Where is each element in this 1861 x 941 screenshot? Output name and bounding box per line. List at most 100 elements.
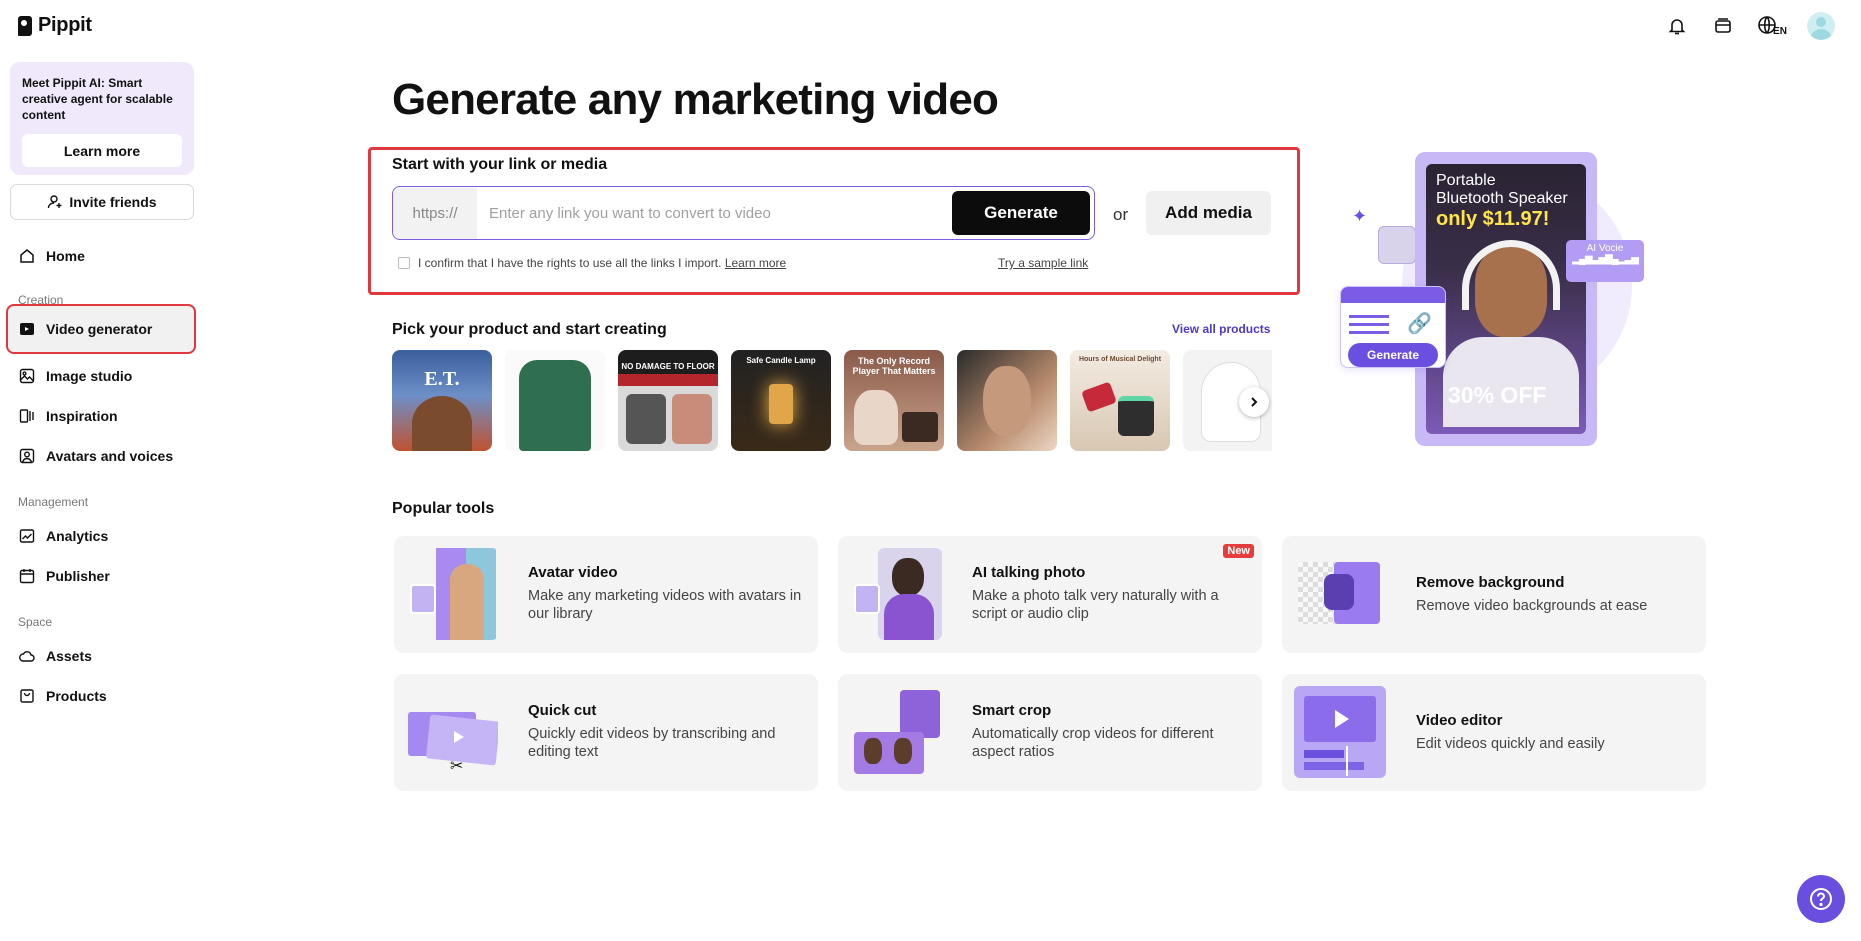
scissors-icon: ✂ [450, 756, 463, 776]
tool-card-video-editor[interactable]: Video editor Edit videos quickly and eas… [1282, 674, 1706, 791]
tool-card-ai-talking-photo[interactable]: New AI talking photo Make a photo talk v… [838, 536, 1262, 653]
tool-desc: Edit videos quickly and easily [1416, 735, 1691, 753]
learn-more-link[interactable]: Learn more [725, 256, 786, 270]
hero-line-1: Portable [1436, 172, 1568, 190]
help-button[interactable] [1797, 875, 1845, 923]
tool-name: AI talking photo [972, 564, 1085, 581]
tool-card-quick-cut[interactable]: ✂ Quick cut Quickly edit videos by trans… [394, 674, 818, 791]
promo-card: Meet Pippit AI: Smart creative agent for… [10, 62, 194, 175]
sidebar-item-label: Analytics [46, 528, 108, 544]
top-toolbar: EN [1663, 12, 1835, 40]
analytics-icon [18, 527, 36, 545]
link-section-label: Start with your link or media [392, 156, 607, 174]
product-thumb[interactable] [505, 350, 605, 451]
language-button[interactable]: EN [1755, 12, 1789, 40]
inspiration-icon [18, 407, 36, 425]
question-icon [1808, 886, 1834, 912]
sidebar-item-products[interactable]: Products [8, 677, 198, 715]
quick-cut-thumbnail: ✂ [406, 686, 498, 778]
product-thumb[interactable] [957, 350, 1057, 451]
add-media-button[interactable]: Add media [1146, 191, 1271, 235]
product-thumb[interactable]: Hours of Musical Delight [1070, 350, 1170, 451]
hero-panel-header [1341, 287, 1445, 303]
pippit-logo-icon [18, 16, 32, 36]
image-studio-icon [18, 367, 36, 385]
promo-text: Meet Pippit AI: Smart creative agent for… [22, 75, 182, 123]
sidebar-item-image-studio[interactable]: Image studio [8, 357, 198, 395]
url-prefix: https:// [393, 188, 477, 239]
ai-voice-label: AI Vocie [1566, 243, 1644, 254]
avatar-icon [18, 447, 36, 465]
logo[interactable]: Pippit [18, 14, 92, 37]
ai-talking-photo-thumbnail [850, 548, 942, 640]
tool-desc: Remove video backgrounds at ease [1416, 597, 1691, 615]
product-thumb[interactable]: The Only Record Player That Matters [844, 350, 944, 451]
sidebar-item-avatars-voices[interactable]: Avatars and voices [8, 437, 198, 475]
bell-icon[interactable] [1663, 12, 1691, 40]
sample-link[interactable]: Try a sample link [998, 256, 1088, 270]
sidebar-item-assets[interactable]: Assets [8, 637, 198, 675]
sidebar-item-label: Image studio [46, 368, 132, 384]
products-title: Pick your product and start creating [392, 321, 667, 339]
link-input-group: https:// Generate [392, 186, 1095, 240]
learn-more-button[interactable]: Learn more [22, 134, 182, 167]
add-user-icon [47, 194, 63, 210]
product-thumb[interactable]: E.T. [392, 350, 492, 451]
link-input-section: Start with your link or media https:// G… [368, 147, 1300, 295]
tool-name: Quick cut [528, 702, 596, 719]
product-carousel: E.T. NO DAMAGE TO FLOOR Safe Candle Lamp… [392, 350, 1272, 451]
products-icon [18, 687, 36, 705]
home-icon [18, 247, 36, 265]
hero-headline: Portable Bluetooth Speaker [1436, 172, 1568, 208]
rights-checkbox[interactable] [398, 257, 410, 269]
cloud-icon [18, 647, 36, 665]
calendar-icon [18, 567, 36, 585]
tool-name: Remove background [1416, 574, 1564, 591]
section-management: Management [18, 495, 88, 509]
page-title: Generate any marketing video [392, 75, 998, 125]
tool-name: Avatar video [528, 564, 617, 581]
tool-desc: Automatically crop videos for different … [972, 725, 1247, 761]
remove-background-thumbnail [1294, 548, 1386, 640]
hero-discount: 30% OFF [1448, 382, 1546, 409]
sidebar: Pippit Meet Pippit AI: Smart creative ag… [0, 0, 205, 941]
language-label: EN [1773, 26, 1787, 37]
tool-card-remove-background[interactable]: Remove background Remove video backgroun… [1282, 536, 1706, 653]
sidebar-item-publisher[interactable]: Publisher [8, 557, 198, 595]
hero-illustration: ✦ Portable Bluetooth Speaker only $11.97… [1340, 152, 1650, 452]
view-all-products-link[interactable]: View all products [1172, 322, 1270, 336]
product-thumb[interactable]: Safe Candle Lamp [731, 350, 831, 451]
video-generator-icon [18, 320, 36, 338]
tool-name: Video editor [1416, 712, 1502, 729]
hero-line-2: Bluetooth Speaker [1436, 190, 1568, 208]
hero-price: only $11.97! [1436, 208, 1549, 231]
sidebar-item-label: Inspiration [46, 408, 118, 424]
rights-text: I confirm that I have the rights to use … [418, 256, 721, 270]
sidebar-item-video-generator[interactable]: Video generator [8, 306, 194, 352]
product-thumb[interactable]: NO DAMAGE TO FLOOR [618, 350, 718, 451]
avatar[interactable] [1807, 12, 1835, 40]
sparkle-icon: ✦ [1352, 206, 1367, 227]
tool-card-smart-crop[interactable]: Smart crop Automatically crop videos for… [838, 674, 1262, 791]
sidebar-item-inspiration[interactable]: Inspiration [8, 397, 198, 435]
headphones-icon [1378, 226, 1416, 264]
generate-button[interactable]: Generate [952, 191, 1090, 235]
hero-headphones [1462, 240, 1560, 310]
sidebar-item-label: Assets [46, 648, 92, 664]
tool-name: Smart crop [972, 702, 1051, 719]
tool-card-avatar-video[interactable]: Avatar video Make any marketing videos w… [394, 536, 818, 653]
subscription-icon[interactable] [1709, 12, 1737, 40]
invite-friends-button[interactable]: Invite friends [10, 184, 194, 220]
rights-confirmation: I confirm that I have the rights to use … [398, 256, 786, 270]
link-input[interactable] [477, 189, 952, 237]
sidebar-item-label: Products [46, 688, 107, 704]
sidebar-item-analytics[interactable]: Analytics [8, 517, 198, 555]
tool-desc: Make any marketing videos with avatars i… [528, 587, 803, 623]
waveform-icon: ▂▄▆▃▅▇▄▂▃▅ [1566, 254, 1644, 265]
app-name: Pippit [38, 14, 92, 37]
carousel-next-button[interactable] [1239, 387, 1269, 417]
sidebar-item-home[interactable]: Home [8, 237, 198, 275]
tool-desc: Quickly edit videos by transcribing and … [528, 725, 803, 761]
popular-tools-title: Popular tools [392, 500, 494, 518]
chevron-right-icon [1248, 396, 1260, 408]
